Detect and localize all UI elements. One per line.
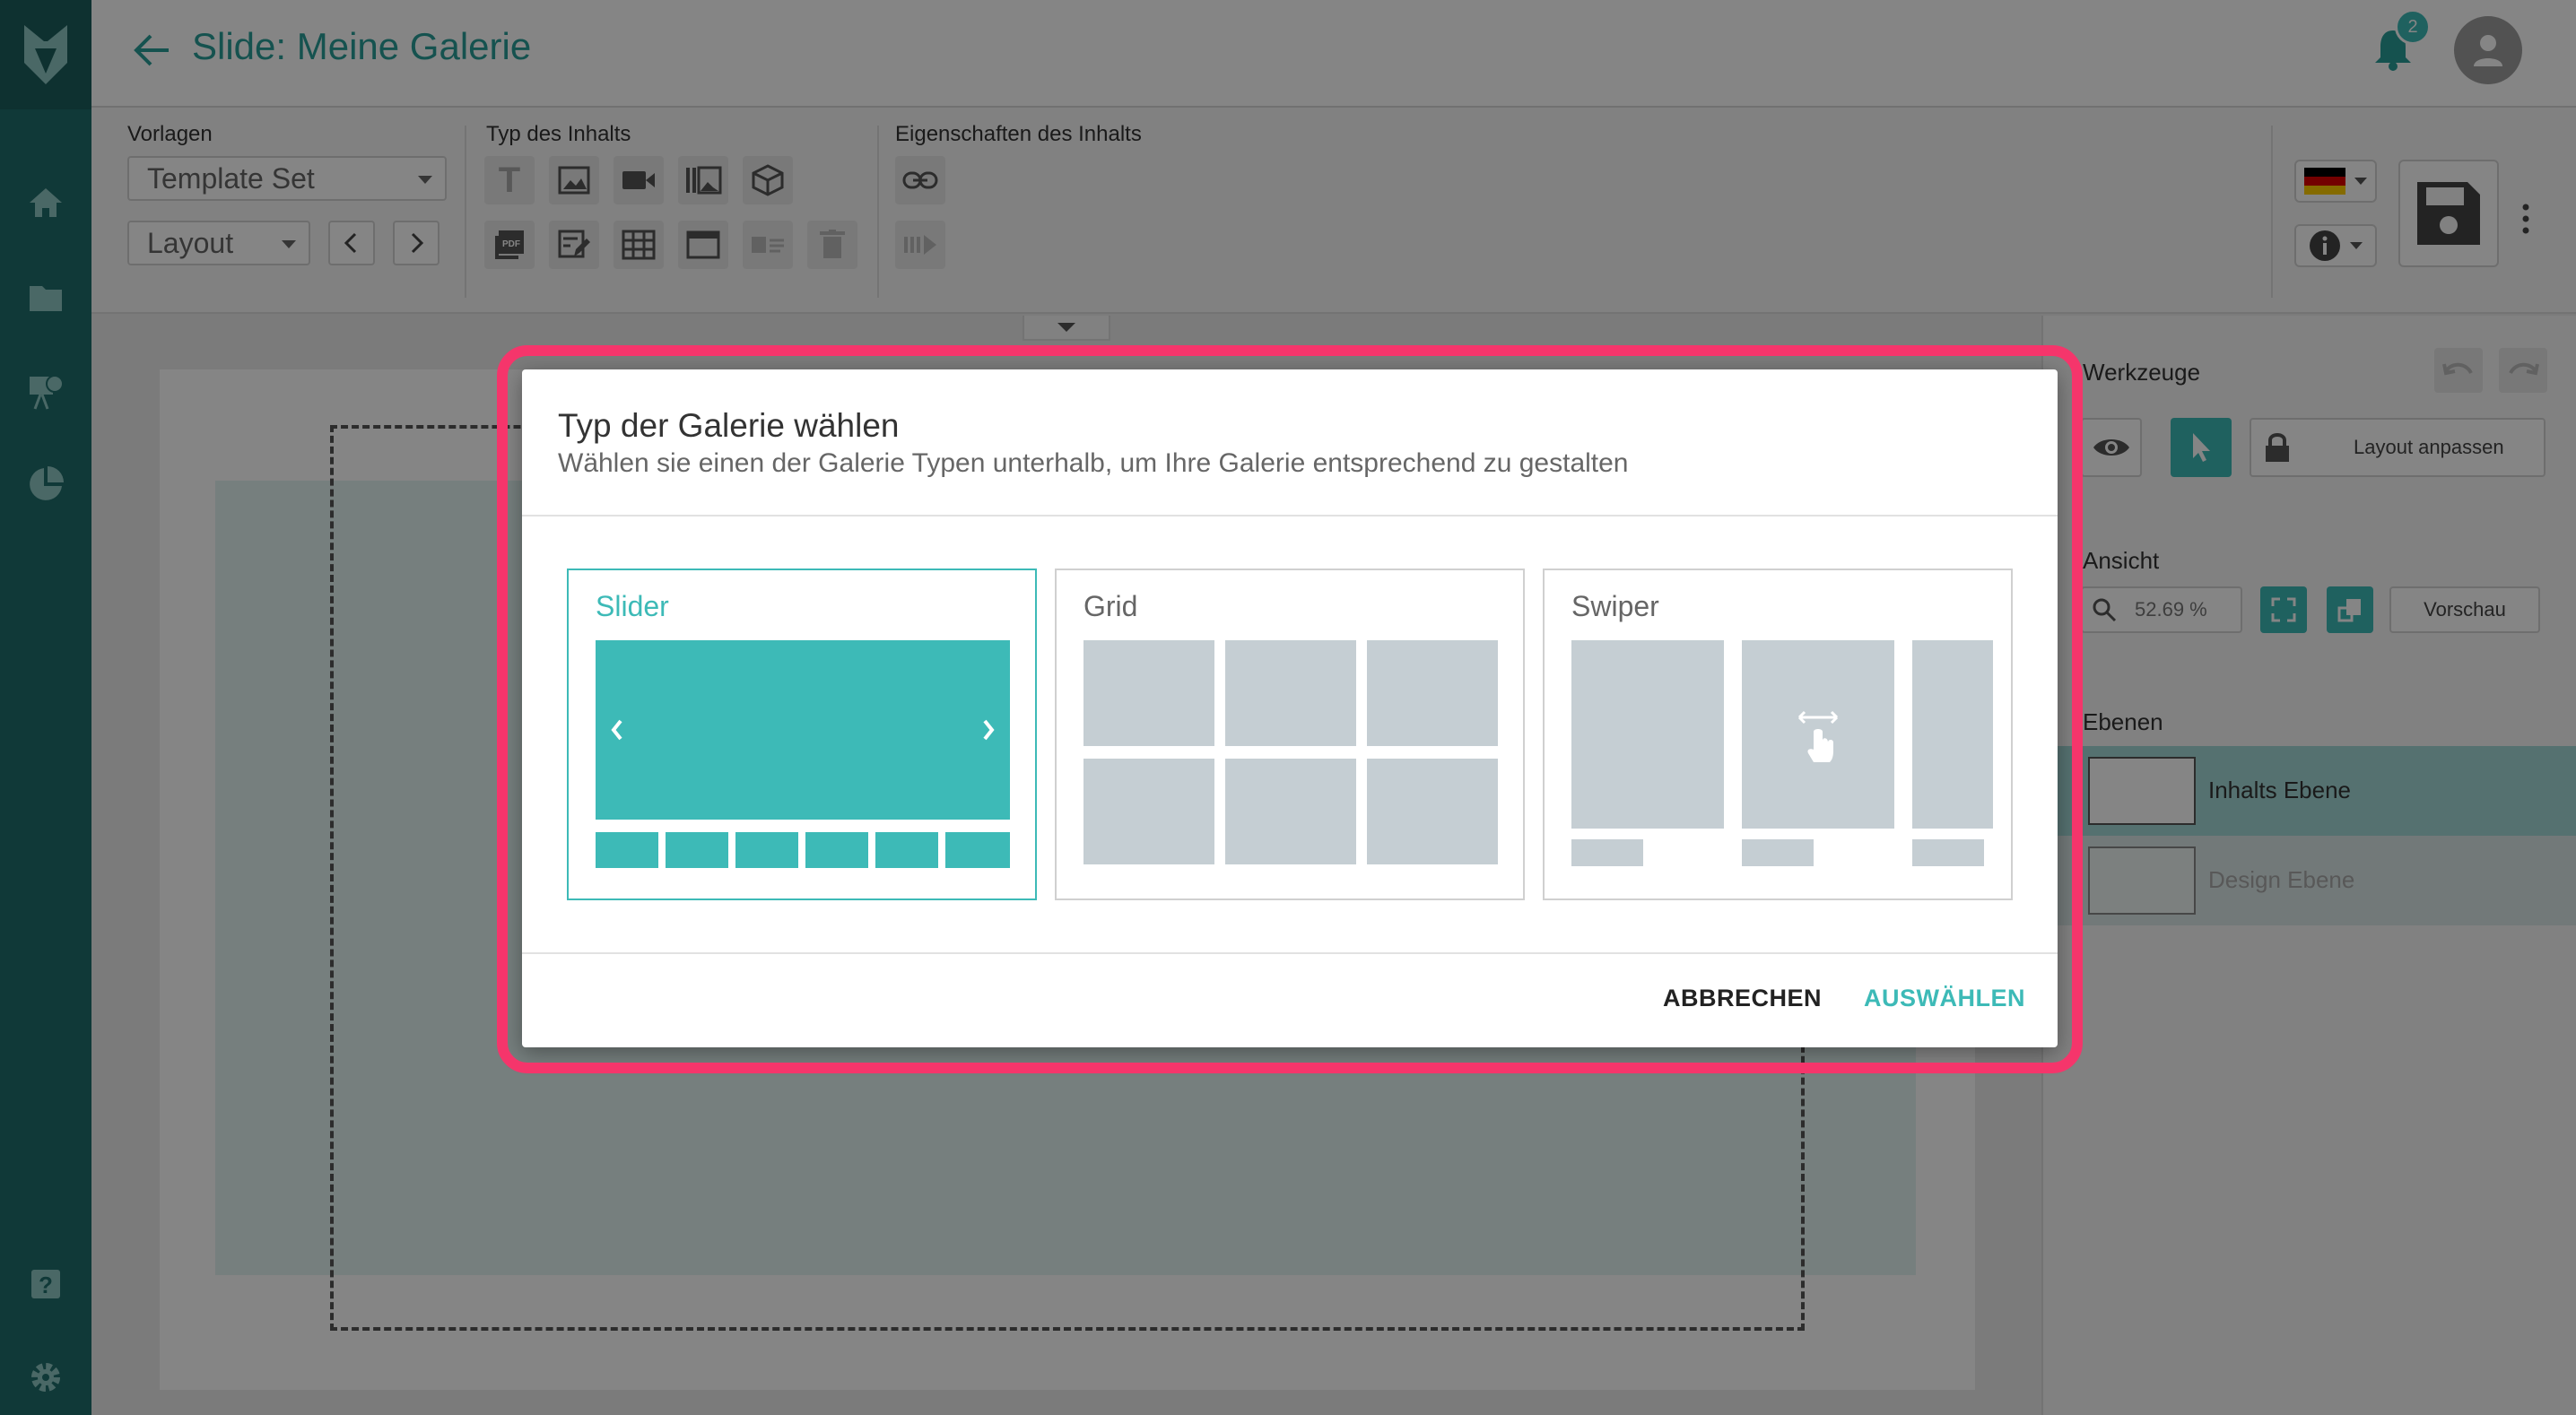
highlight-frame (497, 345, 2083, 1073)
